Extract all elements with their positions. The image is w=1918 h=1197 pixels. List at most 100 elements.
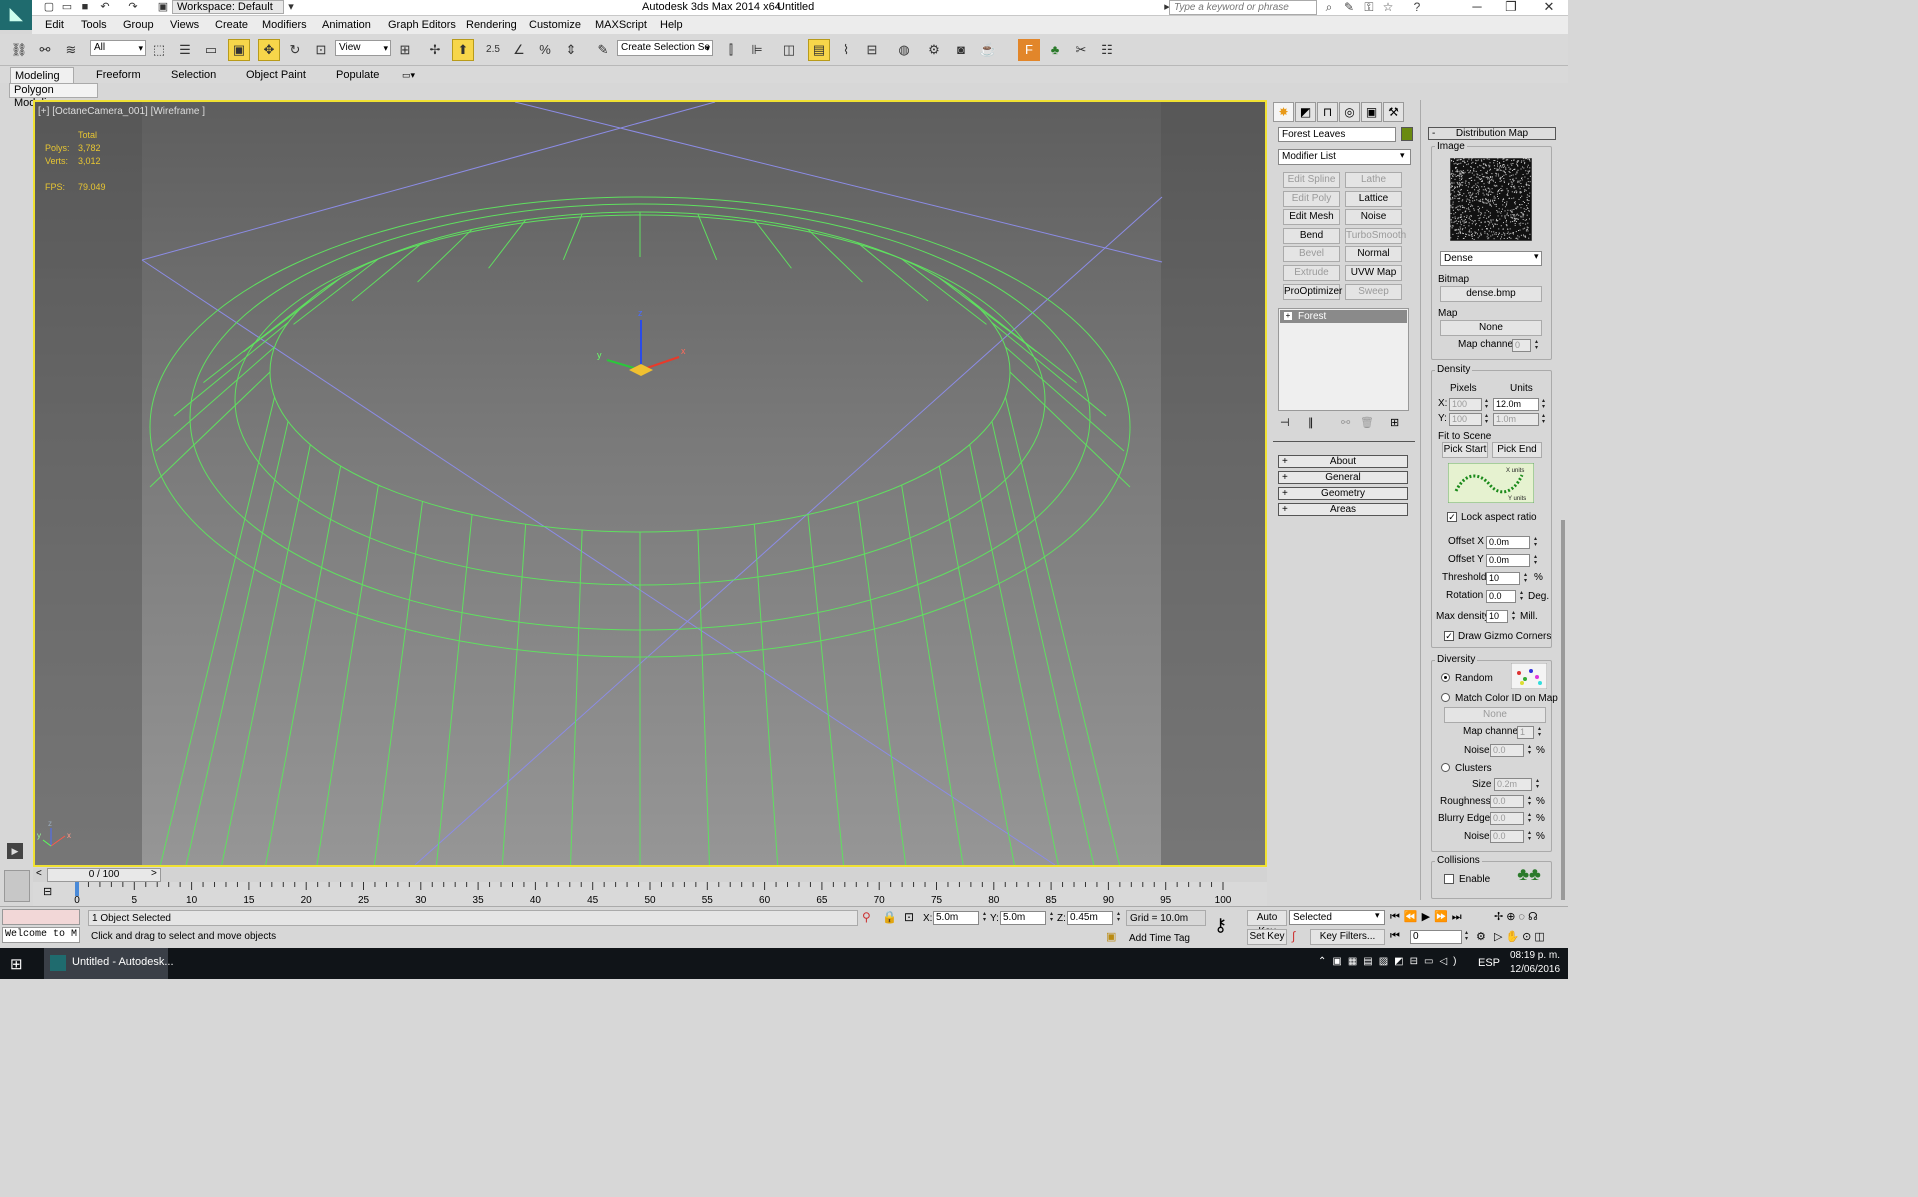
spinner-icon[interactable]: ▴ ▾ bbox=[1526, 830, 1533, 843]
edit-named-selection-icon[interactable]: ✎ bbox=[592, 39, 614, 61]
modifier-stack[interactable]: Forest + bbox=[1278, 308, 1409, 411]
menu-maxscript[interactable]: MAXScript bbox=[595, 19, 647, 31]
mirror-icon[interactable]: ⫿ bbox=[720, 39, 742, 61]
time-configuration-icon[interactable]: ⚙ bbox=[1476, 930, 1486, 943]
select-and-move-icon[interactable]: ✥ bbox=[258, 39, 280, 61]
tab-object-paint[interactable]: Object Paint bbox=[242, 67, 310, 83]
angle-snap-icon[interactable]: ∠ bbox=[508, 39, 530, 61]
modifier-button-sweep[interactable]: Sweep bbox=[1345, 283, 1402, 300]
distribution-map-preview[interactable] bbox=[1450, 158, 1532, 241]
rectangular-selection-icon[interactable]: ▭ bbox=[200, 39, 222, 61]
spinner-icon[interactable]: ▴ ▾ bbox=[1115, 911, 1122, 924]
coord-y-field[interactable]: 5.0m bbox=[1000, 911, 1046, 925]
clusters-radio[interactable] bbox=[1441, 763, 1450, 772]
chevron-down-icon[interactable]: ▾ bbox=[284, 1, 298, 14]
time-tag-icon[interactable]: ▣ bbox=[1106, 930, 1116, 943]
threshold-field[interactable]: 10 bbox=[1486, 572, 1520, 585]
tab-freeform[interactable]: Freeform bbox=[92, 67, 145, 83]
roughness-field[interactable]: 0.0 bbox=[1490, 795, 1524, 808]
ribbon-panel-polygon-modeling[interactable]: Polygon Modeling bbox=[9, 83, 98, 109]
spinner-icon[interactable]: ▴ ▾ bbox=[1536, 726, 1543, 739]
offset-y-field[interactable]: 0.0m bbox=[1486, 554, 1530, 567]
random-radio[interactable] bbox=[1441, 673, 1450, 682]
spinner-snap-icon[interactable]: ⇕ bbox=[560, 39, 582, 61]
menu-views[interactable]: Views bbox=[170, 19, 199, 31]
preset-dropdown[interactable]: Dense bbox=[1440, 251, 1542, 266]
ribbon-options-icon[interactable]: ▭▾ bbox=[398, 67, 419, 83]
modifier-button-noise[interactable]: Noise bbox=[1345, 209, 1402, 226]
viewport-nav-controls[interactable]: ✢⊕◌☊ bbox=[1494, 910, 1541, 923]
viewport-menu-plus[interactable]: [+] bbox=[38, 106, 49, 117]
select-and-scale-icon[interactable]: ⊡ bbox=[310, 39, 332, 61]
previous-frame-icon[interactable]: < bbox=[36, 868, 42, 879]
select-and-link-icon[interactable]: ⛓ bbox=[8, 39, 30, 61]
configure-sets-icon[interactable]: ⊞ bbox=[1390, 416, 1399, 429]
reference-coordinate-dropdown[interactable]: View bbox=[335, 40, 391, 56]
spinner-icon[interactable]: ▴ ▾ bbox=[1522, 572, 1529, 585]
perspective-viewport[interactable]: z x y z x y [+] [OctaneCamera_001] [Wire… bbox=[33, 100, 1267, 867]
expand-panel-icon[interactable]: ▶ bbox=[7, 843, 23, 859]
noise-field[interactable]: 0.0 bbox=[1490, 744, 1524, 757]
align-icon[interactable]: ⊫ bbox=[746, 39, 768, 61]
track-bar[interactable]: ⊟ 0 5 10 15 20 25 30 35 40 45 50 55 60 65 70 75 80 85 90 95… bbox=[33, 882, 1267, 906]
time-slider-thumb[interactable]: 0 / 100 bbox=[47, 868, 161, 882]
rollout-geometry[interactable]: + Geometry bbox=[1278, 487, 1408, 500]
spinner-icon[interactable]: ▴ ▾ bbox=[1533, 339, 1540, 352]
forest-pack-icon[interactable]: F bbox=[1018, 39, 1040, 61]
panel-scrollbar[interactable] bbox=[1561, 520, 1565, 900]
search-input[interactable]: Type a keyword or phrase bbox=[1169, 0, 1317, 15]
spinner-icon[interactable]: ▴ ▾ bbox=[1532, 554, 1539, 567]
keyboard-shortcut-override-icon[interactable]: ⬆ bbox=[452, 39, 474, 61]
modifier-button-prooptimizer[interactable]: ProOptimizer bbox=[1283, 283, 1342, 300]
noise2-field[interactable]: 0.0 bbox=[1490, 830, 1524, 843]
spinner-icon[interactable]: ▴ ▾ bbox=[1518, 590, 1525, 603]
modifier-button-uvw-map[interactable]: UVW Map bbox=[1345, 265, 1402, 281]
mini-listener-toggle[interactable] bbox=[4, 870, 30, 902]
bitmap-button[interactable]: dense.bmp bbox=[1440, 286, 1542, 302]
add-time-tag-button[interactable]: Add Time Tag bbox=[1126, 931, 1206, 947]
tools-icon[interactable]: ✂ bbox=[1070, 39, 1092, 61]
x-units-field[interactable]: 12.0m bbox=[1493, 398, 1539, 411]
key-mode-dropdown[interactable]: Selected bbox=[1289, 910, 1385, 925]
chevron-down-icon[interactable]: ▾ bbox=[1375, 910, 1380, 921]
chevron-down-icon[interactable]: ▾ bbox=[1400, 150, 1405, 161]
rendered-frame-window-icon[interactable]: ◙ bbox=[950, 39, 972, 61]
object-color-swatch[interactable] bbox=[1401, 127, 1413, 141]
redo-icon[interactable]: ↷ bbox=[126, 1, 140, 14]
match-color-map-button[interactable]: None bbox=[1444, 707, 1546, 723]
bind-space-warp-icon[interactable]: ≋ bbox=[60, 39, 82, 61]
spinner-icon[interactable]: ▴ ▾ bbox=[1534, 778, 1541, 791]
y-units-field[interactable]: 1.0m bbox=[1493, 413, 1539, 426]
make-unique-icon[interactable]: ⚯ bbox=[1341, 416, 1350, 429]
spinner-icon[interactable]: ▴ ▾ bbox=[1540, 398, 1547, 411]
absolute-mode-icon[interactable]: ⊡ bbox=[904, 910, 914, 924]
modifier-button-edit-poly[interactable]: Edit Poly bbox=[1283, 190, 1340, 207]
diversity-map-channel-field[interactable]: 1 bbox=[1517, 726, 1534, 739]
offset-x-field[interactable]: 0.0m bbox=[1486, 536, 1530, 549]
forest-tree-icon[interactable]: ♣ bbox=[1044, 39, 1066, 61]
close-icon[interactable]: ✕ bbox=[1532, 0, 1566, 15]
spinner-icon[interactable]: ▴ ▾ bbox=[1510, 610, 1517, 623]
modifier-button-normal[interactable]: Normal bbox=[1345, 246, 1402, 263]
help-icon[interactable]: ? bbox=[1408, 0, 1426, 15]
rollout-general[interactable]: + General bbox=[1278, 471, 1408, 484]
tab-populate[interactable]: Populate bbox=[332, 67, 383, 83]
key-tangent-icon[interactable]: ∫ bbox=[1292, 929, 1295, 943]
isolate-selection-icon[interactable]: ⚲ bbox=[862, 910, 871, 924]
x-pixels-field[interactable]: 100 bbox=[1449, 398, 1482, 411]
viewport-label[interactable]: [+] [OctaneCamera_001] [Wireframe ] bbox=[38, 106, 205, 117]
hierarchy-tab-icon[interactable]: ⊓ bbox=[1317, 102, 1338, 122]
select-by-name-icon[interactable]: ☰ bbox=[174, 39, 196, 61]
spinner-icon[interactable]: ▴ ▾ bbox=[1526, 795, 1533, 808]
auto-key-button[interactable]: Auto Key bbox=[1247, 910, 1287, 937]
language-indicator[interactable]: ESP bbox=[1478, 957, 1500, 969]
coord-z-field[interactable]: 0.45m bbox=[1067, 911, 1113, 925]
unlink-icon[interactable]: ⚯ bbox=[34, 39, 56, 61]
menu-help[interactable]: Help bbox=[660, 19, 683, 31]
restore-icon[interactable]: ❐ bbox=[1494, 0, 1528, 15]
display-tab-icon[interactable]: ▣ bbox=[1361, 102, 1382, 122]
map-channel-field[interactable]: 0 bbox=[1512, 339, 1531, 352]
time-slider[interactable]: < 0 / 100 > bbox=[33, 868, 1267, 882]
coord-x-field[interactable]: 5.0m bbox=[933, 911, 979, 925]
binoculars-icon[interactable]: ⌕ bbox=[1320, 0, 1338, 15]
